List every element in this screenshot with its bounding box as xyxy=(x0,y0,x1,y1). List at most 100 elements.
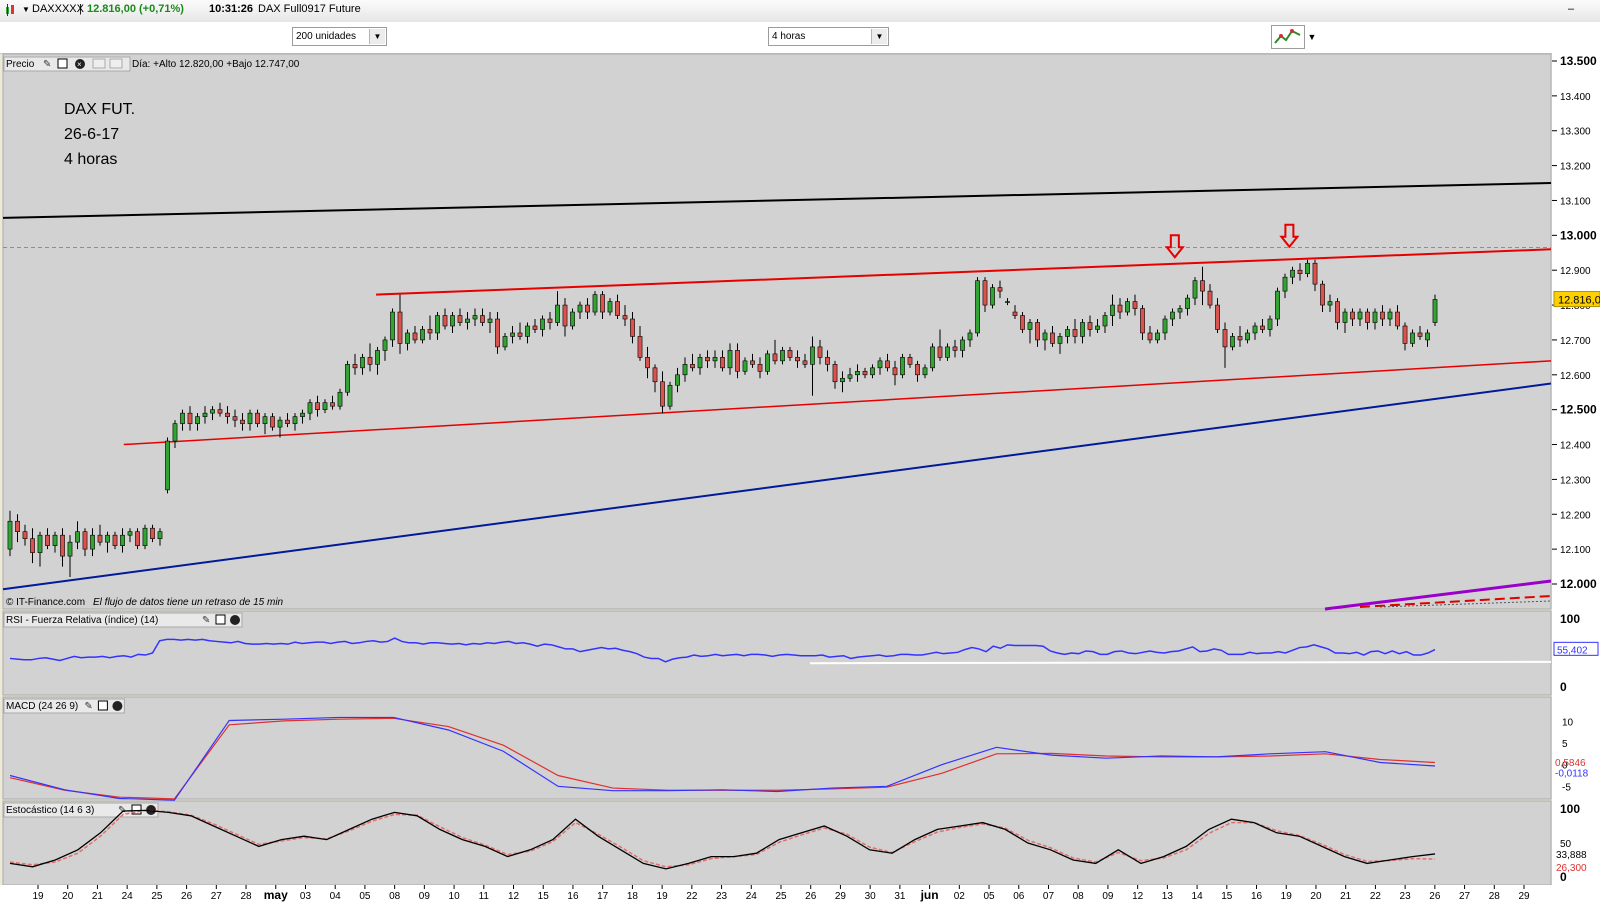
x-tick-label: 09 xyxy=(419,891,431,902)
bullish-candle-body xyxy=(570,311,575,327)
bullish-candle-body xyxy=(435,315,440,334)
chart-style-icon[interactable] xyxy=(1271,25,1305,49)
close-x-icon: × xyxy=(77,60,82,69)
stoch-y-tick-label: 100 xyxy=(1560,802,1580,816)
close-icon[interactable] xyxy=(112,701,123,711)
bearish-candle-body xyxy=(442,315,448,327)
x-tick-label: 16 xyxy=(567,891,579,902)
bullish-candle-body xyxy=(127,531,133,536)
x-tick-label: 07 xyxy=(1043,891,1055,902)
paste-icon[interactable] xyxy=(109,58,123,69)
symbol-label[interactable]: DAXXXXX xyxy=(32,3,84,15)
bearish-candle-body xyxy=(832,364,838,383)
bullish-candle-body xyxy=(525,325,530,337)
bullish-candle-body xyxy=(1342,311,1348,323)
chart-type-icon[interactable] xyxy=(4,3,18,20)
x-tick-label: 12 xyxy=(508,891,520,902)
bearish-candle-body xyxy=(562,304,568,327)
bullish-candle-body xyxy=(1027,322,1033,330)
price-y-tick-label: 12.900 xyxy=(1560,266,1591,277)
bearish-candle-body xyxy=(1297,269,1303,274)
bullish-candle-body xyxy=(930,346,935,369)
x-tick-label: 16 xyxy=(1251,891,1263,902)
candle xyxy=(592,291,598,316)
candle xyxy=(975,277,980,337)
units-select[interactable]: 200 unidades ▼ xyxy=(292,27,387,46)
wrench-icon[interactable]: ✎ xyxy=(202,615,210,626)
price-y-tick-label: 12.300 xyxy=(1560,475,1591,486)
x-tick-label: 14 xyxy=(1192,891,1204,902)
x-tick-label: 04 xyxy=(330,891,342,902)
bearish-candle-body xyxy=(825,357,830,365)
x-tick-label: 19 xyxy=(657,891,669,902)
chart-style-dropdown-icon[interactable]: ▼ xyxy=(1306,29,1318,45)
dropdown-arrow-icon[interactable]: ▼ xyxy=(22,5,30,14)
bullish-candle-body xyxy=(1095,325,1100,330)
window-icon[interactable] xyxy=(97,700,108,711)
x-tick-label: 21 xyxy=(1340,891,1352,902)
bearish-candle-body xyxy=(457,315,463,323)
chevron-down-icon[interactable]: ▼ xyxy=(369,29,385,44)
bullish-candle-body xyxy=(1425,332,1430,341)
price-y-tick-label: 12.700 xyxy=(1560,336,1591,347)
x-tick-label: 25 xyxy=(151,891,163,902)
bearish-candle-body xyxy=(705,357,710,362)
price-panel-bg xyxy=(2,53,1552,610)
x-tick-label: 10 xyxy=(449,891,461,902)
bullish-candle-body xyxy=(120,534,125,546)
copy-icon[interactable] xyxy=(92,58,106,69)
bearish-candle-body xyxy=(915,364,920,376)
x-tick-label: 08 xyxy=(389,891,401,902)
bearish-candle-body xyxy=(1020,315,1025,330)
bearish-candle-body xyxy=(652,367,658,383)
x-tick-label: 27 xyxy=(211,891,223,902)
x-tick-label: 31 xyxy=(894,891,906,902)
window-icon[interactable] xyxy=(215,614,226,625)
x-tick-label: 26 xyxy=(1429,891,1441,902)
bullish-candle-body xyxy=(727,350,733,369)
bearish-candle-body xyxy=(285,419,290,424)
app-window: ▼ DAXXXXX | 12.816,00 (+0,71%) 10:31:26 … xyxy=(0,0,1600,906)
bearish-candle-body xyxy=(862,371,868,376)
interval-select[interactable]: 4 horas ▼ xyxy=(768,27,889,46)
bearish-candle-body xyxy=(1237,336,1243,341)
window-icon[interactable] xyxy=(57,58,68,69)
wrench-icon[interactable]: ✎ xyxy=(43,59,51,70)
bullish-candle-body xyxy=(592,294,598,313)
candle xyxy=(142,524,148,550)
bullish-candle-body xyxy=(277,419,283,428)
bullish-candle-body xyxy=(307,402,313,414)
minimize-button[interactable]: – xyxy=(1568,3,1574,15)
x-tick-label: 06 xyxy=(1013,891,1025,902)
bullish-candle-body xyxy=(487,318,493,323)
chart-annotation-line: 4 horas xyxy=(64,151,117,168)
x-tick-label: 22 xyxy=(1370,891,1382,902)
x-tick-label: 20 xyxy=(62,891,74,902)
x-tick-label: 23 xyxy=(716,891,728,902)
units-select-value: 200 unidades xyxy=(296,31,357,42)
bullish-candle-body xyxy=(37,534,43,553)
x-tick-label: 05 xyxy=(359,891,371,902)
x-tick-label: jun xyxy=(920,888,939,902)
wrench-icon[interactable]: ✎ xyxy=(84,701,92,712)
x-tick-label: 24 xyxy=(122,891,134,902)
bullish-candle-body xyxy=(697,357,703,369)
bearish-candle-body xyxy=(1350,311,1355,320)
bearish-candle-body xyxy=(997,287,1003,292)
price-y-tick-label: 12.600 xyxy=(1560,371,1591,382)
bullish-candle-body xyxy=(247,412,253,424)
bearish-candle-body xyxy=(1335,301,1340,323)
close-icon[interactable] xyxy=(230,615,240,625)
candle xyxy=(667,381,673,410)
bullish-candle-body xyxy=(780,350,785,362)
price-change-label: 12.816,00 (+0,71%) xyxy=(87,3,184,15)
bullish-candle-body xyxy=(292,416,298,424)
stoch-panel-header: Estocástico (14 6 3) ✎ xyxy=(3,802,159,818)
bearish-candle-body xyxy=(750,360,755,365)
bullish-candle-body xyxy=(1102,315,1108,327)
stoch-panel-header-label: Estocástico (14 6 3) xyxy=(6,805,94,816)
bearish-candle-body xyxy=(1320,283,1325,306)
x-tick-label: 19 xyxy=(32,891,44,902)
chevron-down-icon[interactable]: ▼ xyxy=(871,29,887,44)
price-y-tick-label: 12.100 xyxy=(1560,545,1591,556)
